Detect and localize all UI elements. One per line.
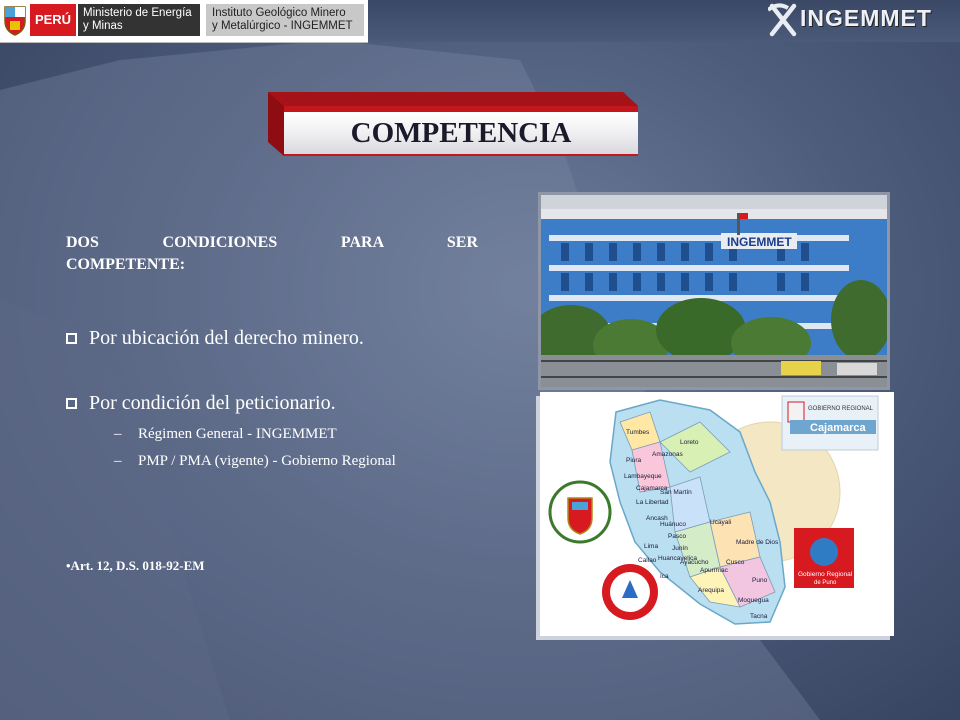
svg-text:Madre de Dios: Madre de Dios [736,539,779,546]
svg-text:Lima: Lima [644,543,658,550]
svg-text:Loreto: Loreto [680,439,699,446]
svg-text:Apurímac: Apurímac [700,567,729,574]
slide-title: COMPETENCIA [350,117,572,149]
bullet-item: Por condición del peticionario. [66,392,336,415]
checkbox-bullet-icon [66,333,77,344]
svg-text:Amazonas: Amazonas [652,451,683,458]
svg-text:Piura: Piura [626,457,642,464]
checkbox-bullet-icon [66,398,77,409]
institute-label: Instituto Geológico Minero y Metalúrgico… [206,4,364,36]
sub-bullet-item: – Régimen General - INGEMMET [114,426,337,443]
svg-text:Moquegua: Moquegua [738,597,769,604]
building-sign-text: INGEMMET [727,235,792,249]
coat-of-arms-icon [4,6,26,36]
sub-bullet-text: PMP / PMA (vigente) - Gobierno Regional [138,453,396,469]
svg-text:Puno: Puno [752,577,768,584]
ingemmet-brand: INGEMMET [800,5,932,31]
government-logo: PERÚ Ministerio de Energía y Minas Insti… [0,0,368,43]
peru-label: PERÚ [30,4,76,36]
institute-line-1: Instituto Geológico Minero [212,7,346,19]
svg-text:San Martín: San Martín [660,489,692,496]
ingemmet-building-photo: INGEMMET [538,192,890,390]
svg-text:Huancavelica: Huancavelica [658,555,697,562]
svg-text:Tumbes: Tumbes [626,429,650,436]
svg-text:Junín: Junín [672,545,688,552]
puno-label-1: Gobierno Regional [798,571,853,578]
cajamarca-small-text: GOBIERNO REGIONAL [808,406,874,412]
bullet-text: Por condición del peticionario. [89,392,336,414]
svg-text:Arequipa: Arequipa [698,587,724,594]
svg-text:Cusco: Cusco [726,559,745,566]
puno-label-2: de Puno [814,580,837,586]
ministry-label: Ministerio de Energía y Minas [78,4,200,36]
dash-bullet: – [114,426,122,442]
cajamarca-label: Cajamarca [810,422,867,434]
bullet-item: Por ubicación del derecho minero. [66,327,364,350]
svg-text:Callao: Callao [638,557,657,564]
bullet-text: Por ubicación del derecho minero. [89,327,364,349]
conditions-heading-line-1: DOS CONDICIONES PARA SER [66,234,478,251]
svg-text:Lambayeque: Lambayeque [624,473,662,480]
building-illustration: INGEMMET [541,195,887,387]
regional-map-card: Tumbes Loreto Piura Amazonas Lambayeque … [540,392,894,636]
institute-line-2: y Metalúrgico - INGEMMET [212,20,353,32]
conditions-heading-line-2: COMPETENTE: [66,256,186,273]
legal-reference: •Art. 12, D.S. 018-92-EM [66,558,205,573]
svg-text:Pasco: Pasco [668,533,686,540]
svg-text:La Libertad: La Libertad [636,499,669,506]
svg-text:Tacna: Tacna [750,613,768,620]
svg-text:Ica: Ica [660,573,669,580]
peru-regions-map: Tumbes Loreto Piura Amazonas Lambayeque … [548,395,879,625]
dash-bullet: – [114,453,122,469]
sub-bullet-item: – PMP / PMA (vigente) - Gobierno Regiona… [114,453,396,470]
slide-content: DOS CONDICIONES PARA SER COMPETENTE: Por… [66,232,478,573]
svg-text:Huánuco: Huánuco [660,521,686,528]
sub-bullet-text: Régimen General - INGEMMET [138,426,337,442]
svg-text:Ucayali: Ucayali [710,519,731,526]
